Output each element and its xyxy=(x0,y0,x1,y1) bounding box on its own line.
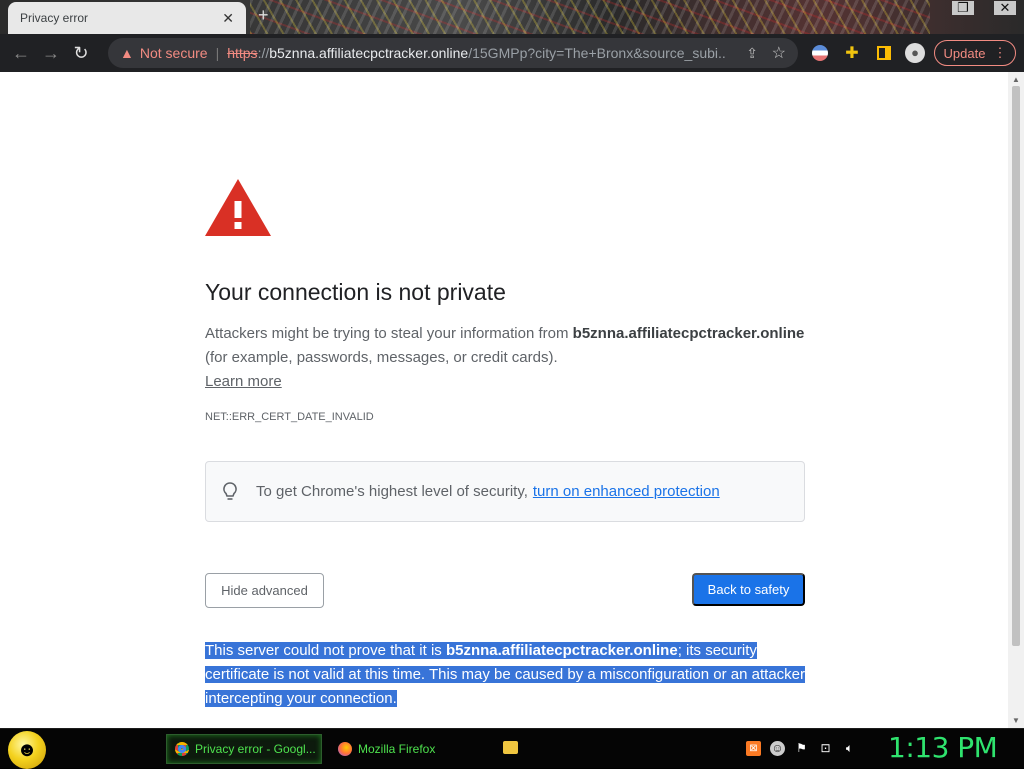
share-icon[interactable]: ⇪ xyxy=(746,45,758,62)
url-path: /15GMPp?city=The+Bronx&source_subi... xyxy=(468,45,727,61)
enhanced-protection-link[interactable]: turn on enhanced protection xyxy=(533,483,720,500)
extensions-puzzle-icon[interactable]: ✚ xyxy=(842,40,862,66)
hide-advanced-button[interactable]: Hide advanced xyxy=(205,573,324,608)
close-window-icon[interactable]: ✕ xyxy=(994,1,1016,15)
page-title: Your connection is not private xyxy=(205,279,506,305)
scrollbar-thumb[interactable] xyxy=(1012,86,1020,646)
enhanced-protection-promo: To get Chrome's highest level of securit… xyxy=(205,461,805,522)
warning-triangle-icon xyxy=(205,179,271,236)
tab-title: Privacy error xyxy=(20,11,89,25)
network-icon[interactable]: ⊡ xyxy=(818,741,833,756)
menu-dots-icon: ⋮ xyxy=(993,45,1007,60)
taskbar-clock[interactable]: 1:13 PM xyxy=(888,731,998,764)
forward-arrow-icon[interactable]: → xyxy=(36,43,66,64)
explanation-host: b5znna.affiliatecpctracker.online xyxy=(572,325,805,342)
start-button-smiley-icon[interactable]: ☻ xyxy=(8,731,46,769)
tab-close-icon[interactable]: ✕ xyxy=(222,10,234,27)
warning-triangle-icon[interactable]: ▲ xyxy=(120,45,134,61)
taskbar-item-firefox[interactable]: Mozilla Firefox xyxy=(330,734,486,764)
side-panel-icon[interactable] xyxy=(874,40,894,66)
back-to-safety-button[interactable]: Back to safety xyxy=(692,573,805,606)
taskbar: ☻ Privacy error - Googl... Mozilla Firef… xyxy=(0,728,1024,769)
learn-more-link[interactable]: Learn more xyxy=(205,373,282,390)
bookmark-star-icon[interactable]: ☆ xyxy=(772,43,786,63)
taskbar-item-label: Mozilla Firefox xyxy=(358,742,436,756)
omnibox-divider: | xyxy=(215,45,220,61)
reload-icon[interactable]: ↻ xyxy=(66,43,96,64)
xampp-tray-icon[interactable]: ⊠ xyxy=(746,741,761,756)
restore-window-icon[interactable]: ❐ xyxy=(952,1,974,15)
url-scheme-separator: :// xyxy=(257,45,270,61)
browser-toolbar: ← → ↻ ▲ Not secure | https :// b5znna.af… xyxy=(0,34,1024,72)
url-host: b5znna.affiliatecpctracker.online xyxy=(269,45,469,61)
error-code: NET::ERR_CERT_DATE_INVALID xyxy=(205,411,374,423)
chrome-icon xyxy=(175,742,189,756)
address-bar[interactable]: ▲ Not secure | https :// b5znna.affiliat… xyxy=(108,38,798,68)
taskbar-item-label: Privacy error - Googl... xyxy=(195,742,316,756)
advanced-details-paragraph: This server could not prove that it is b… xyxy=(205,639,811,711)
vertical-scrollbar[interactable]: ▲ ▼ xyxy=(1008,72,1024,728)
action-center-flag-icon[interactable]: ⚑ xyxy=(794,741,809,756)
firefox-icon xyxy=(338,742,352,756)
update-label: Update xyxy=(943,45,986,61)
explanation-text: Attackers might be trying to steal your … xyxy=(205,325,573,342)
tab-strip: Privacy error ✕ + ❐ ✕ xyxy=(0,0,1024,34)
taskbar-item-chrome[interactable]: Privacy error - Googl... xyxy=(166,734,322,764)
folder-icon[interactable] xyxy=(503,741,518,754)
profile-avatar-icon[interactable]: ● xyxy=(904,40,926,66)
details-text: This server could not prove that it is xyxy=(205,642,446,659)
explanation-text-tail: (for example, passwords, messages, or cr… xyxy=(205,349,558,366)
extension-flag-icon[interactable] xyxy=(810,40,830,66)
volume-icon[interactable]: 🔈︎ xyxy=(842,741,857,756)
security-chip[interactable]: Not secure xyxy=(140,45,208,61)
tab-privacy-error[interactable]: Privacy error ✕ xyxy=(8,2,246,34)
scroll-down-arrow-icon[interactable]: ▼ xyxy=(1012,716,1020,725)
url-scheme: https xyxy=(227,45,258,61)
lightbulb-icon xyxy=(220,481,240,502)
scroll-up-arrow-icon[interactable]: ▲ xyxy=(1012,75,1020,84)
enhanced-protection-text: To get Chrome's highest level of securit… xyxy=(256,483,528,500)
desktop-wallpaper-strip xyxy=(250,0,930,34)
update-button[interactable]: Update ⋮ xyxy=(934,40,1016,66)
interstitial-page: Your connection is not private Attackers… xyxy=(0,72,1024,728)
messenger-tray-icon[interactable]: ☺ xyxy=(770,741,785,756)
details-host: b5znna.affiliatecpctracker.online xyxy=(445,642,678,659)
back-arrow-icon[interactable]: ← xyxy=(6,43,36,64)
explanation-paragraph: Attackers might be trying to steal your … xyxy=(205,322,805,394)
new-tab-button[interactable]: + xyxy=(258,5,269,26)
